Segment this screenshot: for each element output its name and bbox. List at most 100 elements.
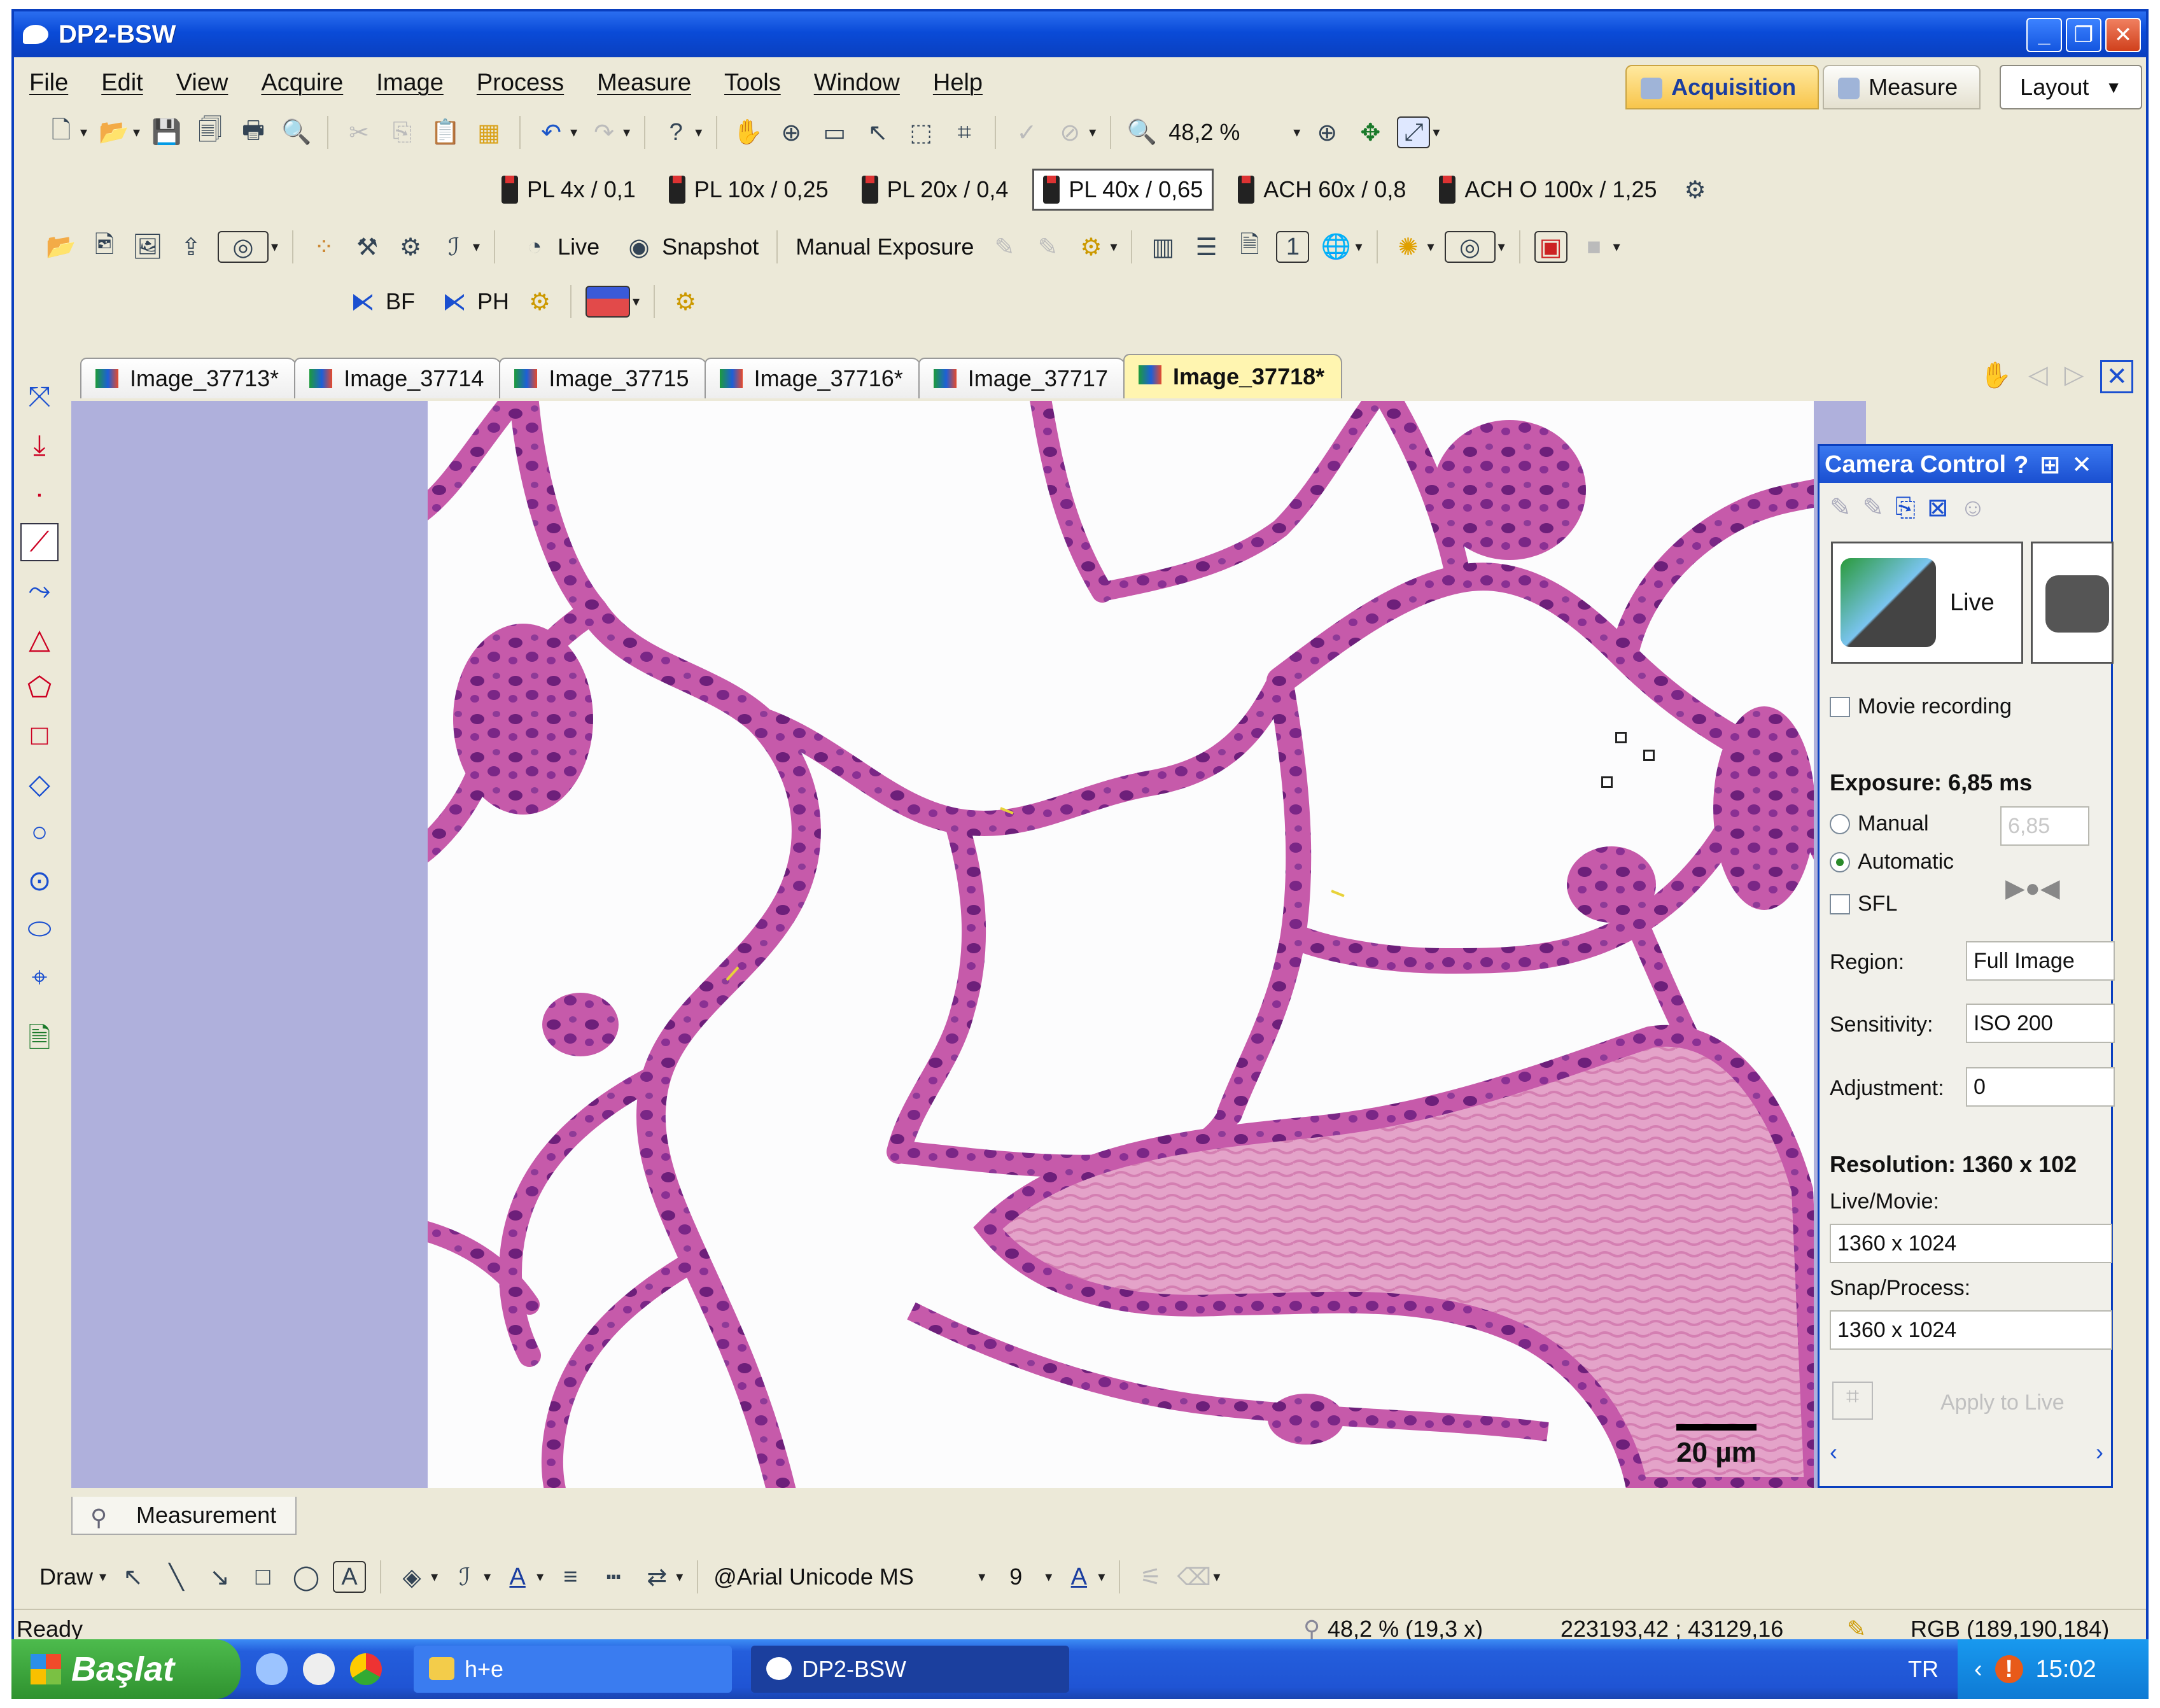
scroll-right-icon[interactable]: ▷	[2065, 360, 2084, 393]
automatic-radio[interactable]	[1830, 851, 1850, 872]
doc-tab[interactable]: Image_37715	[499, 358, 707, 398]
objective-button[interactable]: PL 20x / 0,4	[853, 169, 1018, 211]
exposure-slider-icon[interactable]: ▶●◀	[2005, 874, 2060, 903]
draw-menu[interactable]: Draw	[39, 1564, 93, 1590]
line-icon[interactable]: ⟋	[20, 523, 59, 561]
region-select[interactable]: Full Image	[1966, 941, 2115, 981]
hand-icon[interactable]: ✋	[1980, 360, 2012, 393]
apply-to-live-button[interactable]: Apply to Live	[1940, 1390, 2065, 1415]
line-color-icon[interactable]: ℐ	[448, 1561, 481, 1593]
axis-icon[interactable]: ⤓	[20, 426, 59, 465]
scroll-left-icon[interactable]: ‹	[1830, 1439, 1837, 1465]
handle[interactable]	[1601, 776, 1613, 788]
bf-button[interactable]: ⧔ BF	[341, 286, 415, 318]
point-icon[interactable]: ·	[20, 475, 59, 513]
copy-icon[interactable]: ⎘	[1895, 494, 1916, 522]
pen-icon[interactable]: ✎	[1863, 493, 1884, 522]
camera-select-icon[interactable]: ◎	[218, 231, 269, 263]
image-file-icon[interactable]: 🖻	[88, 231, 121, 263]
menu-help[interactable]: Help	[933, 69, 983, 97]
open-folder-icon[interactable]: 📂	[97, 116, 130, 148]
layout-rows-icon[interactable]: ☰	[1189, 231, 1223, 263]
close-button[interactable]: ✕	[2105, 18, 2141, 52]
cut-icon[interactable]: ✂	[342, 116, 375, 148]
marquee-icon[interactable]: ⬚	[904, 116, 937, 148]
menu-edit[interactable]: Edit	[101, 69, 143, 97]
microscope-image[interactable]: 20 µm	[428, 401, 1814, 1488]
crop-icon[interactable]: ⌗	[948, 116, 981, 148]
settings-icon[interactable]: ⚙	[523, 286, 556, 318]
manual-exposure-button[interactable]: Manual Exposure	[796, 234, 974, 260]
chrome-icon[interactable]	[350, 1653, 382, 1685]
horizontal-scrollbar[interactable]: ‹ ›	[1830, 1439, 2103, 1465]
textbox-draw-icon[interactable]: A	[333, 1561, 367, 1593]
doc-tab[interactable]: Image_37716*	[704, 358, 921, 398]
menu-process[interactable]: Process	[477, 69, 564, 97]
doc-tab-active[interactable]: Image_37718*	[1123, 354, 1343, 398]
font-color-icon[interactable]: A	[501, 1561, 534, 1593]
alert-icon[interactable]: !	[1995, 1655, 2023, 1683]
pan-hand-icon[interactable]: ✋	[731, 116, 764, 148]
zoom-in-icon[interactable]: ⊕	[775, 116, 808, 148]
scroll-left-icon[interactable]: ◁	[2028, 360, 2048, 393]
dash-style-icon[interactable]: ┅	[597, 1561, 630, 1593]
stop-icon[interactable]: ■	[1578, 231, 1611, 263]
grid-icon[interactable]: ⁘	[307, 231, 340, 263]
circle-center-icon[interactable]: ⊙	[20, 862, 59, 900]
exposure-value-field[interactable]: 6,85	[2000, 806, 2089, 846]
objective-button[interactable]: ACH 60x / 0,8	[1229, 169, 1415, 211]
fill-color-icon[interactable]: ◈	[395, 1561, 428, 1593]
movie-recording-checkbox[interactable]	[1830, 696, 1850, 717]
fit-window-icon[interactable]: ⤢	[1397, 116, 1431, 148]
redo-icon[interactable]: ↷	[587, 116, 621, 148]
polyline-icon[interactable]: ⤳	[20, 571, 59, 610]
menu-acquire[interactable]: Acquire	[261, 69, 343, 97]
rectangle-icon[interactable]: □	[20, 717, 59, 755]
zoom-out-icon[interactable]: 🔍	[1125, 116, 1158, 148]
automatic-row[interactable]: Automatic	[1830, 850, 1954, 874]
line-width-icon[interactable]: ≡	[554, 1561, 587, 1593]
layout-columns-icon[interactable]: ▥	[1146, 231, 1179, 263]
pen-icon[interactable]: ✎	[1830, 493, 1851, 522]
ellipse-draw-icon[interactable]: ◯	[290, 1561, 323, 1593]
tab-measure[interactable]: Measure	[1823, 65, 1981, 109]
objective-button[interactable]: PL 10x / 0,25	[660, 169, 838, 211]
select-object-icon[interactable]: ⤧	[20, 378, 59, 416]
magic-wand-icon[interactable]: ⌖	[20, 958, 59, 997]
ellipse-icon[interactable]: ⬭	[20, 910, 59, 948]
triangle-icon[interactable]: △	[20, 620, 59, 658]
cancel-icon[interactable]: ⊘	[1053, 116, 1086, 148]
movie-recording-row[interactable]: Movie recording	[1830, 694, 2012, 719]
check-icon[interactable]: ✓	[1010, 116, 1043, 148]
close-doc-icon[interactable]: ✕	[2100, 360, 2133, 393]
chart-icon[interactable]: ⊠	[1927, 493, 1949, 522]
ph-button[interactable]: ⧔ PH	[433, 286, 509, 318]
arrow-style-icon[interactable]: ⇄	[640, 1561, 673, 1593]
zoom-fit-icon[interactable]: ⊕	[1310, 116, 1343, 148]
layout-dropdown[interactable]: Layout ▼	[2000, 65, 2142, 109]
select-pointer-icon[interactable]: ↖	[116, 1561, 150, 1593]
snapshot-big-button[interactable]	[2031, 542, 2114, 664]
sfl-row[interactable]: SFL	[1830, 892, 1897, 916]
objective-button[interactable]: ACH O 100x / 1,25	[1430, 169, 1666, 211]
adjustment-field[interactable]: 0	[1966, 1067, 2115, 1107]
objective-button[interactable]: PL 4x / 0,1	[493, 169, 645, 211]
flag-icon[interactable]	[586, 286, 631, 318]
task-folder[interactable]: h+e	[414, 1646, 732, 1693]
circle-icon[interactable]: ○	[20, 813, 59, 851]
polygon-icon[interactable]: ⬠	[20, 668, 59, 706]
task-dp2bsw[interactable]: DP2-BSW	[751, 1646, 1069, 1693]
format-icon[interactable]: ⚟	[1134, 1561, 1167, 1593]
doc-tab[interactable]: Image_37717	[918, 358, 1126, 398]
scroll-right-icon[interactable]: ›	[2096, 1439, 2103, 1465]
navigate-icon[interactable]: ✥	[1354, 116, 1387, 148]
title-bar[interactable]: DP2-BSW _ ❐ ✕	[14, 11, 2146, 57]
open-folder-icon[interactable]: 📂	[45, 231, 78, 263]
ie-icon[interactable]	[256, 1653, 288, 1685]
undo-icon[interactable]: ↶	[535, 116, 568, 148]
help-pointer-icon[interactable]: ?	[659, 116, 692, 148]
measurement-tab[interactable]: ⚲ Measurement	[71, 1497, 297, 1535]
globe-icon[interactable]: 🌐	[1319, 231, 1352, 263]
menu-file[interactable]: File	[29, 69, 68, 97]
zoom-value[interactable]: 48,2 %	[1168, 119, 1296, 146]
